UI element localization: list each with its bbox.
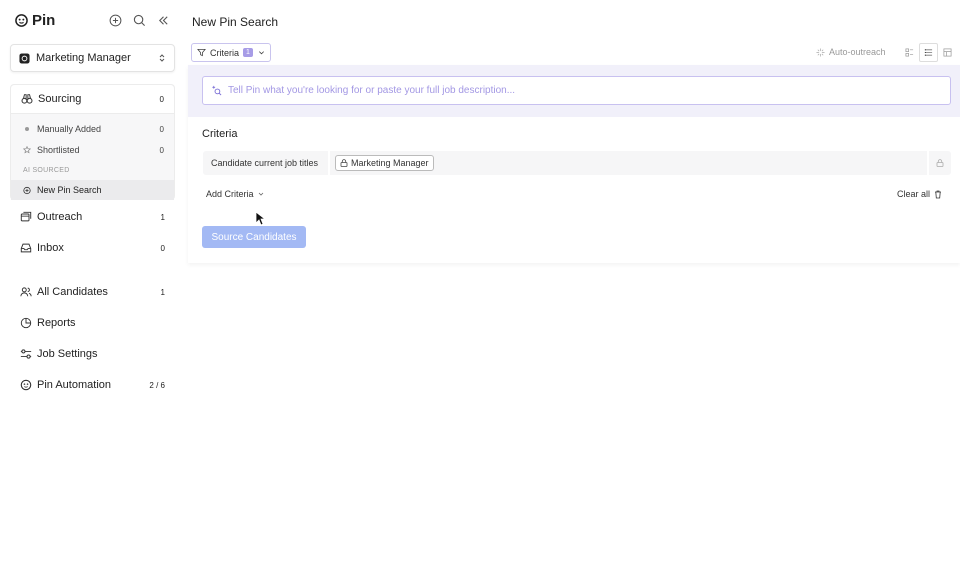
briefcase-icon bbox=[19, 52, 30, 64]
view-list-button[interactable] bbox=[919, 43, 938, 62]
outreach-icon bbox=[20, 211, 32, 223]
mouse-cursor-icon bbox=[255, 211, 265, 226]
sidebar-item-pin-automation[interactable]: Pin Automation 2 / 6 bbox=[20, 377, 165, 393]
view-cards-button[interactable] bbox=[900, 43, 919, 62]
add-circle-icon[interactable] bbox=[109, 14, 122, 27]
section-label-ai-sourced: AI SOURCED bbox=[23, 167, 70, 174]
auto-outreach-toggle[interactable]: Auto-outreach bbox=[816, 47, 886, 57]
brand-name: Pin bbox=[32, 12, 56, 29]
sidebar-item-sourcing[interactable]: Sourcing 0 bbox=[11, 85, 174, 114]
job-selector-label: Marketing Manager bbox=[36, 52, 131, 64]
chevron-up-down-icon bbox=[159, 54, 165, 62]
sidebar-item-count: 0 bbox=[159, 94, 164, 104]
users-icon bbox=[20, 286, 32, 298]
inbox-icon bbox=[20, 242, 32, 254]
pin-logo-icon bbox=[15, 14, 28, 27]
list-view-icon bbox=[924, 49, 933, 56]
criteria-button-label: Criteria bbox=[210, 47, 240, 58]
sparkle-icon bbox=[816, 47, 825, 57]
lock-icon bbox=[340, 159, 348, 167]
pie-chart-icon bbox=[20, 317, 32, 329]
lock-icon bbox=[936, 159, 944, 167]
sidebar-item-label: New Pin Search bbox=[37, 185, 102, 195]
sidebar-item-inbox[interactable]: Inbox 0 bbox=[20, 240, 165, 256]
sourcing-section: Sourcing 0 Manually Added 0 Shortlisted … bbox=[10, 84, 175, 200]
criteria-row: Candidate current job titles Marketing M… bbox=[203, 151, 951, 175]
sidebar-item-count: 2 / 6 bbox=[149, 380, 165, 390]
sidebar-item-count: 1 bbox=[160, 287, 165, 297]
criteria-field-name[interactable]: Candidate current job titles bbox=[203, 151, 330, 175]
ai-search-icon bbox=[212, 85, 222, 96]
sidebar-item-label: Outreach bbox=[37, 211, 83, 223]
star-icon bbox=[23, 146, 31, 154]
sidebar-item-label: Pin Automation bbox=[37, 379, 111, 391]
binoculars-icon bbox=[21, 93, 33, 105]
criteria-value-label: Marketing Manager bbox=[351, 158, 429, 168]
add-criteria-button[interactable]: Add Criteria bbox=[206, 189, 264, 199]
sidebar-item-shortlisted[interactable]: Shortlisted 0 bbox=[11, 140, 174, 160]
criteria-value-chip[interactable]: Marketing Manager bbox=[335, 155, 434, 171]
sidebar-item-count: 0 bbox=[160, 243, 165, 253]
criteria-heading: Criteria bbox=[202, 128, 238, 140]
sidebar-item-label: Sourcing bbox=[38, 93, 82, 105]
brand[interactable]: Pin bbox=[15, 12, 55, 29]
job-selector[interactable]: Marketing Manager bbox=[10, 44, 175, 72]
table-view-icon bbox=[943, 48, 952, 57]
sidebar-item-new-pin-search[interactable]: New Pin Search bbox=[11, 180, 174, 200]
add-criteria-label: Add Criteria bbox=[206, 189, 254, 199]
sidebar: Pin Marketing Manager Sourcing 0 Manuall… bbox=[0, 0, 182, 582]
sidebar-item-count: 1 bbox=[160, 212, 165, 222]
sidebar-item-manually-added[interactable]: Manually Added 0 bbox=[11, 119, 174, 139]
trash-icon bbox=[935, 190, 942, 198]
criteria-toggle-button[interactable]: Criteria 1 bbox=[191, 43, 271, 62]
prompt-input[interactable] bbox=[228, 85, 942, 96]
clear-all-button[interactable]: Clear all bbox=[897, 189, 942, 199]
source-candidates-button[interactable]: Source Candidates bbox=[202, 226, 306, 248]
sidebar-item-label: All Candidates bbox=[37, 286, 108, 298]
sidebar-item-job-settings[interactable]: Job Settings bbox=[20, 346, 165, 362]
chevron-down-icon bbox=[259, 51, 264, 55]
sidebar-item-all-candidates[interactable]: All Candidates 1 bbox=[20, 284, 165, 300]
criteria-count-badge: 1 bbox=[243, 48, 253, 57]
criteria-panel: Criteria Candidate current job titles Ma… bbox=[188, 65, 960, 263]
sidebar-item-reports[interactable]: Reports bbox=[20, 315, 165, 331]
prompt-area bbox=[188, 65, 960, 117]
auto-outreach-label: Auto-outreach bbox=[829, 47, 886, 57]
search-icon[interactable] bbox=[133, 14, 146, 27]
add-circle-icon bbox=[23, 186, 31, 194]
cards-view-icon bbox=[905, 48, 914, 57]
chevron-down-icon bbox=[258, 192, 263, 196]
filter-icon bbox=[197, 48, 206, 57]
prompt-field[interactable] bbox=[202, 76, 951, 105]
sidebar-item-outreach[interactable]: Outreach 1 bbox=[20, 209, 165, 225]
page-title: New Pin Search bbox=[192, 15, 279, 29]
row-lock-button[interactable] bbox=[927, 151, 951, 175]
view-table-button[interactable] bbox=[938, 43, 957, 62]
sidebar-item-count: 0 bbox=[159, 145, 164, 155]
sidebar-item-count: 0 bbox=[159, 124, 164, 134]
sidebar-item-label: Job Settings bbox=[37, 348, 98, 360]
sidebar-item-label: Shortlisted bbox=[37, 145, 80, 155]
sidebar-item-label: Inbox bbox=[37, 242, 64, 254]
pin-automation-icon bbox=[20, 379, 32, 391]
collapse-sidebar-icon[interactable] bbox=[157, 14, 170, 27]
dot-icon bbox=[23, 125, 31, 133]
sidebar-item-label: Reports bbox=[37, 317, 76, 329]
sidebar-item-label: Manually Added bbox=[37, 124, 102, 134]
clear-all-label: Clear all bbox=[897, 189, 931, 199]
sliders-icon bbox=[20, 348, 32, 360]
view-mode-switcher bbox=[900, 43, 960, 62]
criteria-field-label: Candidate current job titles bbox=[211, 158, 319, 168]
